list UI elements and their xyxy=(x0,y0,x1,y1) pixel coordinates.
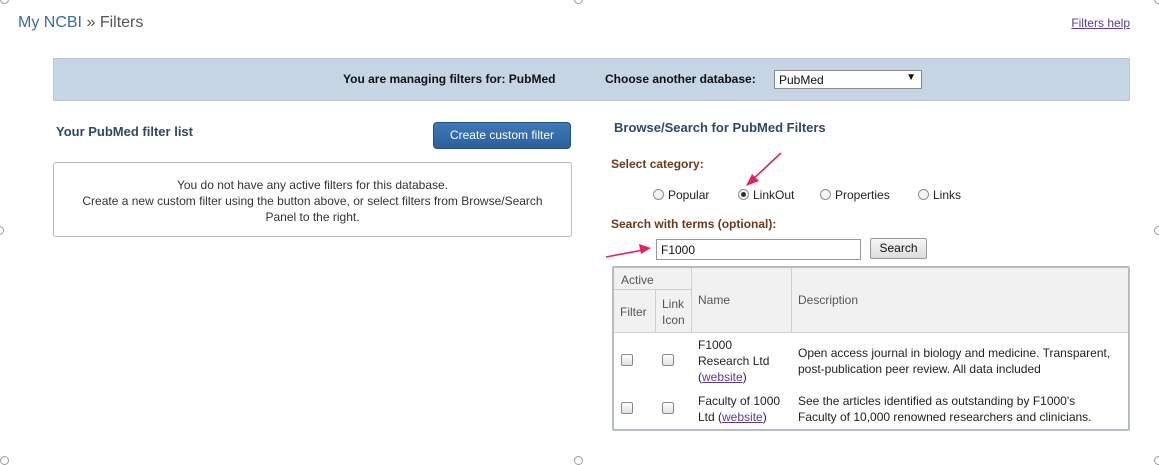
managing-database-text: You are managing filters for: PubMed xyxy=(343,72,556,86)
breadcrumb-current: Filters xyxy=(99,14,144,31)
selection-handle xyxy=(1154,0,1159,4)
dropdown-arrow-icon: ▼ xyxy=(906,72,916,83)
breadcrumb-separator: » xyxy=(86,14,96,31)
radio-button[interactable] xyxy=(918,189,929,200)
link-icon-checkbox[interactable] xyxy=(662,402,674,414)
filter-checkbox[interactable] xyxy=(621,354,633,366)
database-bar: You are managing filters for: PubMed Cho… xyxy=(53,58,1130,101)
header-bottom-border xyxy=(614,332,1128,333)
category-option-popular[interactable]: Popular xyxy=(653,188,709,202)
category-option-links[interactable]: Links xyxy=(918,188,961,202)
row-name: Faculty of 1000 Ltd (website) xyxy=(698,393,790,425)
description-line: post-publication peer review. All data i… xyxy=(798,362,1041,376)
link-suffix: ) xyxy=(742,370,747,384)
name-line: Faculty of 1000 xyxy=(698,394,781,408)
row-description: See the articles identified as outstandi… xyxy=(798,393,1128,425)
category-label: Properties xyxy=(835,188,890,202)
empty-message-line: You do not have any active filters for t… xyxy=(176,178,449,192)
column-header-description[interactable]: Description xyxy=(798,293,858,307)
row-description: Open access journal in biology and medic… xyxy=(798,345,1128,377)
category-option-linkout[interactable]: LinkOut xyxy=(738,188,794,202)
category-label: Links xyxy=(933,188,962,202)
filter-results-table: Active Filter Link Icon Name Description… xyxy=(612,266,1130,431)
filter-list-title: Your PubMed filter list xyxy=(56,124,193,139)
radio-button[interactable] xyxy=(653,189,664,200)
link-prefix: Ltd ( xyxy=(698,410,723,424)
link-icon-checkbox[interactable] xyxy=(662,354,674,366)
category-label: LinkOut xyxy=(753,188,795,202)
filters-help-link[interactable]: Filters help xyxy=(1071,16,1130,30)
selection-handle xyxy=(0,0,9,4)
database-select-value: PubMed xyxy=(779,73,824,87)
create-custom-filter-button[interactable]: Create custom filter xyxy=(433,122,571,149)
website-link[interactable]: website xyxy=(722,410,763,424)
radio-button-selected[interactable] xyxy=(738,189,749,200)
radio-button[interactable] xyxy=(820,189,831,200)
search-button[interactable]: Search xyxy=(870,238,927,259)
column-header-filter: Filter xyxy=(620,305,647,319)
selection-handle xyxy=(0,226,4,235)
description-line: Open access journal in biology and medic… xyxy=(798,346,1111,360)
choose-database-label: Choose another database: xyxy=(605,72,756,86)
breadcrumb: My NCBI » Filters xyxy=(18,14,143,32)
column-divider xyxy=(791,268,792,332)
empty-message-line: Create a new custom filter using the but… xyxy=(82,194,543,208)
selection-handle xyxy=(1154,226,1159,235)
column-header-name[interactable]: Name xyxy=(698,293,730,307)
website-link[interactable]: website xyxy=(702,370,743,384)
column-divider xyxy=(691,268,692,332)
name-line: F1000 xyxy=(698,338,733,352)
column-divider xyxy=(655,290,656,332)
category-label: Popular xyxy=(668,188,710,202)
selection-handle xyxy=(1154,456,1159,465)
selection-handle xyxy=(574,456,583,465)
column-header-active: Active xyxy=(621,273,654,287)
header-divider xyxy=(614,289,691,290)
arrow-to-search-input-icon xyxy=(605,244,651,258)
search-terms-label: Search with terms (optional): xyxy=(611,217,777,231)
category-option-properties[interactable]: Properties xyxy=(820,188,890,202)
select-category-label: Select category: xyxy=(611,157,704,171)
name-line: Research Ltd xyxy=(698,354,770,368)
selection-handle xyxy=(0,456,9,465)
arrow-to-linkout-icon xyxy=(746,152,782,186)
filter-checkbox[interactable] xyxy=(621,402,633,414)
breadcrumb-home-link[interactable]: My NCBI xyxy=(18,14,82,31)
selection-handle xyxy=(574,0,583,4)
database-select[interactable]: PubMed ▼ xyxy=(774,70,922,89)
empty-filters-message: You do not have any active filters for t… xyxy=(53,162,572,237)
description-line: Faculty of 10,000 renowned researchers a… xyxy=(798,410,1092,424)
empty-message-line: Panel to the right. xyxy=(265,210,360,224)
link-suffix: ) xyxy=(762,410,767,424)
column-header-link-icon: Link xyxy=(662,297,685,311)
column-header-link-icon: Icon xyxy=(662,313,685,327)
search-input[interactable]: F1000 xyxy=(656,239,861,260)
row-name: F1000 Research Ltd (website) xyxy=(698,337,790,385)
browse-search-title: Browse/Search for PubMed Filters xyxy=(614,120,826,135)
description-line: See the articles identified as outstandi… xyxy=(798,394,1076,408)
